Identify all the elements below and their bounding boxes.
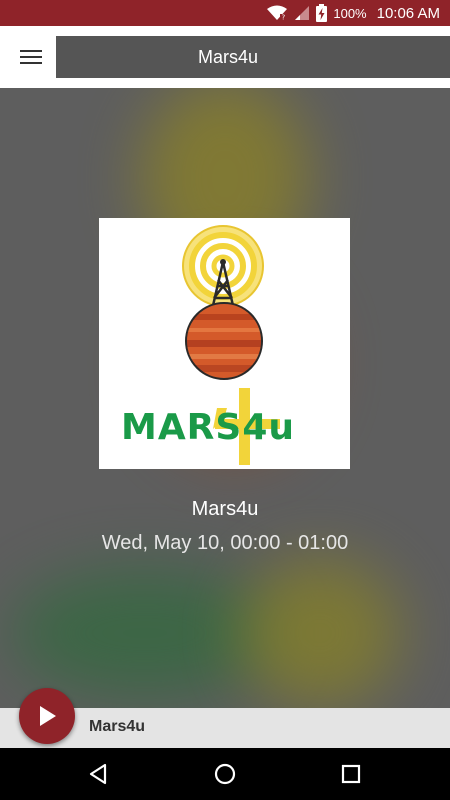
nav-home-button[interactable] [211, 760, 239, 788]
clock: 10:06 AM [376, 4, 440, 22]
mars4u-logo-image: MARS4u [121, 225, 295, 465]
play-button[interactable] [19, 688, 75, 744]
app-title: Mars4u [197, 46, 259, 67]
system-nav-bar [0, 748, 450, 800]
status-bar: ? 100% 10:06 AM [0, 0, 450, 26]
home-circle-icon [214, 763, 236, 785]
nav-recents-button[interactable] [337, 760, 365, 788]
battery-charging-icon [316, 4, 328, 22]
app-bar: Mars4u [0, 26, 450, 88]
nav-back-button[interactable] [84, 760, 112, 788]
now-playing-area: MARS4u Mars4u Wed, May 10, 00:00 - 01:00 [0, 88, 450, 708]
blurred-background-blob [240, 558, 400, 708]
app-title-box: Mars4u [56, 36, 450, 78]
screen: ? 100% 10:06 AM Mars4u MARS4u Mars4u Wed… [0, 0, 450, 800]
mini-player-title: Mars4u [89, 718, 146, 735]
wifi-icon: ? [266, 5, 288, 21]
show-schedule: Wed, May 10, 00:00 - 01:00 [101, 532, 349, 554]
hamburger-menu-icon [20, 50, 42, 64]
station-name: Mars4u [191, 498, 259, 520]
recents-square-icon [341, 764, 361, 784]
back-triangle-icon [89, 763, 107, 785]
logo-wordmark: MARS4u [121, 407, 295, 448]
play-icon [40, 706, 56, 726]
svg-text:?: ? [282, 14, 286, 22]
signal-icon [294, 5, 310, 21]
battery-percent: 100% [333, 5, 367, 21]
station-logo: MARS4u [99, 218, 350, 469]
menu-button[interactable] [12, 42, 50, 72]
